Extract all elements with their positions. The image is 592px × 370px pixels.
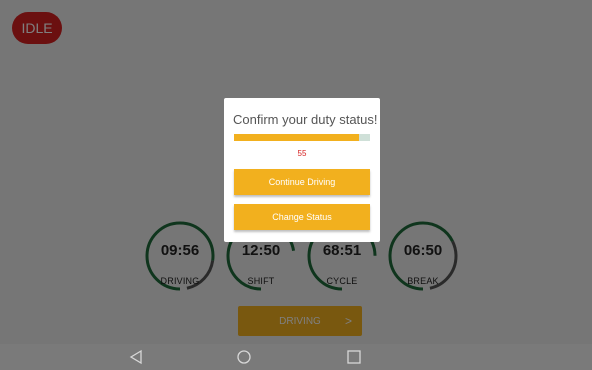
dialog-title: Confirm your duty status!: [233, 112, 378, 127]
duty-status-dialog: Confirm your duty status! 55 Continue Dr…: [224, 98, 380, 242]
home-icon[interactable]: [236, 349, 252, 365]
progress-fill: [234, 134, 360, 141]
android-nav-bar: [0, 344, 592, 370]
back-icon[interactable]: [128, 349, 144, 365]
continue-driving-button[interactable]: Continue Driving: [234, 169, 370, 195]
countdown-value: 55: [297, 149, 307, 158]
change-status-button[interactable]: Change Status: [234, 204, 370, 230]
recents-icon[interactable]: [346, 349, 362, 365]
countdown-progress-bar: [234, 134, 370, 141]
